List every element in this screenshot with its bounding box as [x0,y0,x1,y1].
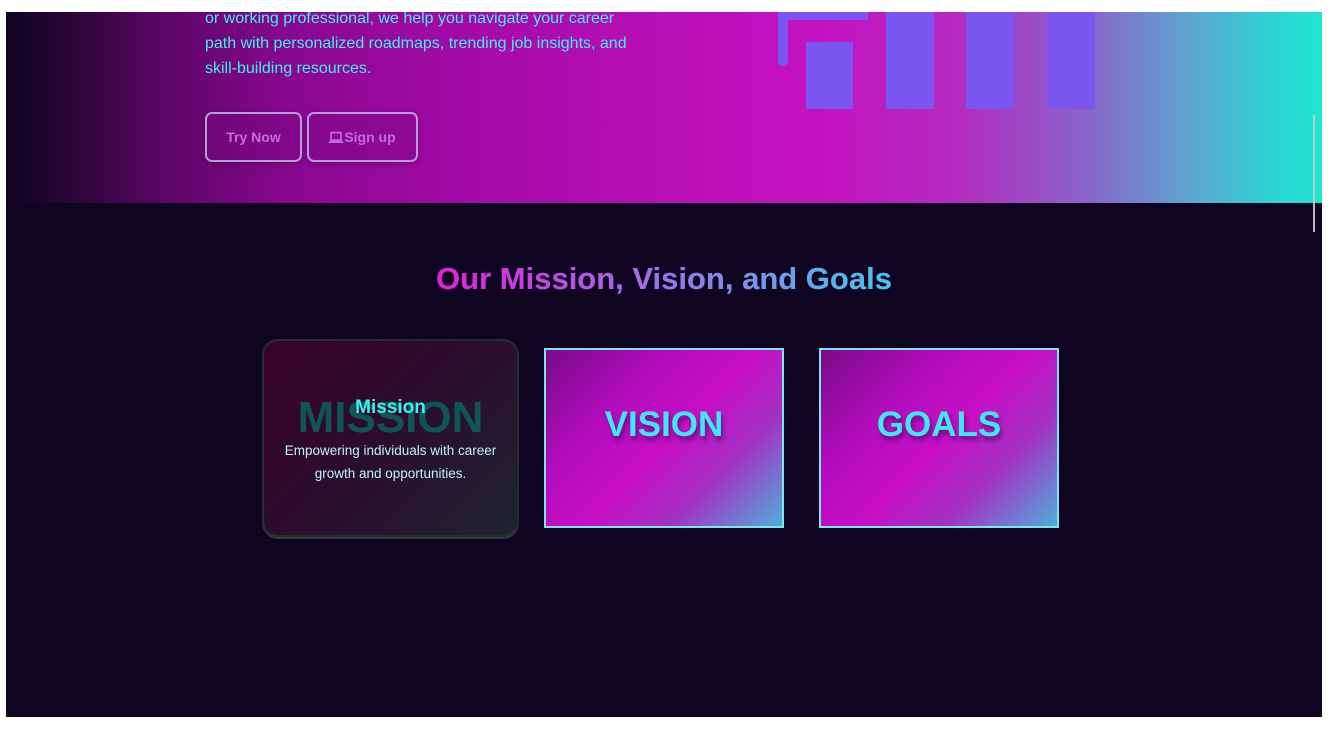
scrollbar-thumb[interactable] [1313,115,1315,232]
deco-bar-2 [778,12,868,20]
deco-bar-5 [966,12,1014,109]
sign-up-button[interactable]: Sign up [307,112,418,162]
deco-bar-6 [1047,12,1095,109]
section-title-text: Our Mission, Vision, and Goals [436,261,892,296]
goals-card[interactable]: GOALS [819,348,1059,528]
page-viewport: or working professional, we help you nav… [6,12,1322,717]
deco-bar-4 [886,12,934,109]
sign-up-label: Sign up [344,129,396,145]
mission-card[interactable]: MISSION Mission Empowering individuals w… [262,339,519,537]
mission-title: Mission [355,397,426,418]
vision-card[interactable]: VISION [544,348,784,528]
vision-label: VISION [604,405,724,444]
hero-line-1: or working professional, we help you nav… [205,12,615,27]
section-title: Our Mission, Vision, and Goals [6,261,1322,297]
laptop-icon [329,131,344,144]
deco-bar-3 [806,42,853,109]
mission-description: Empowering individuals with career growt… [284,443,497,481]
hero-line-2: path with personalized roadmaps, trendin… [205,35,627,52]
try-now-label: Try Now [226,129,281,145]
try-now-button[interactable]: Try Now [205,112,302,162]
hero-line-3: skill-building resources. [205,60,372,77]
hero-section: or working professional, we help you nav… [6,12,1322,203]
goals-label: GOALS [876,405,1002,444]
deco-bar-1 [778,12,788,66]
hero-description: or working professional, we help you nav… [205,12,675,81]
